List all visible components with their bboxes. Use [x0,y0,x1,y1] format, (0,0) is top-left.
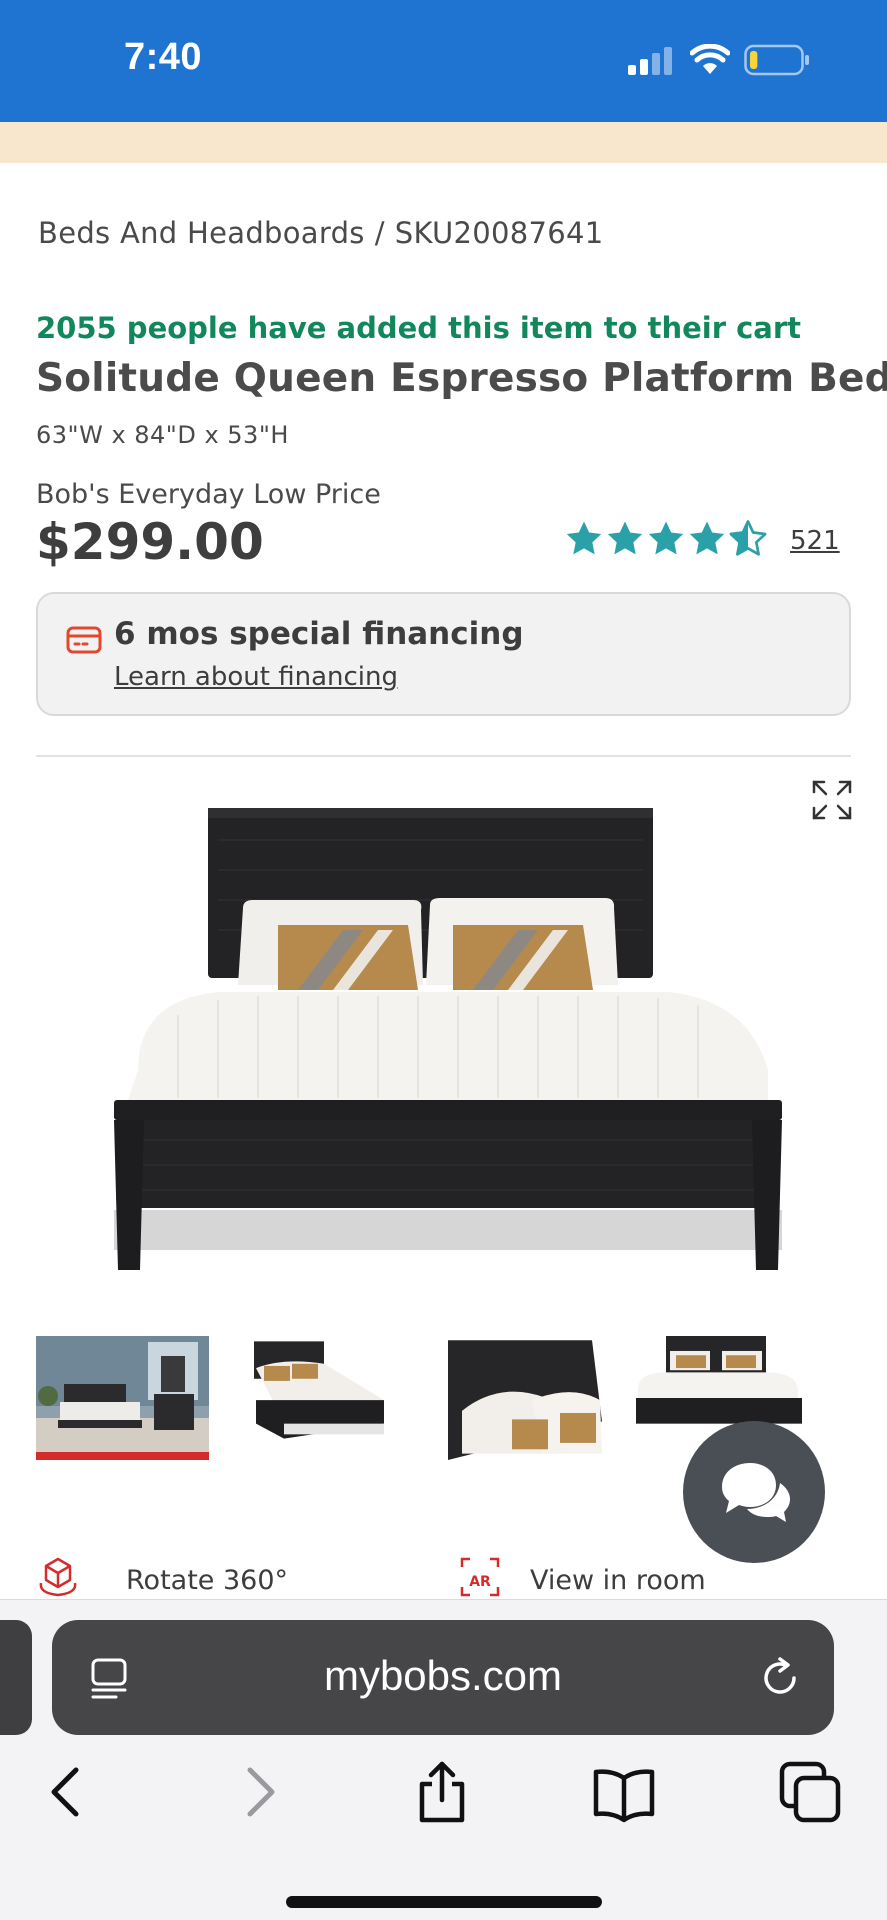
credit-card-icon [66,626,102,654]
breadcrumb-category-link[interactable]: Beds And Headboards [38,216,365,250]
star-half-icon [729,520,767,556]
wifi-icon [690,44,730,74]
reload-icon[interactable] [758,1656,802,1700]
section-divider [36,755,851,757]
thumbnail-room-scene[interactable] [36,1336,209,1460]
address-bar[interactable]: mybobs.com [52,1620,834,1735]
product-title: Solitude Queen Espresso Platform Bed [36,356,887,401]
rotate-360-button[interactable]: Rotate 360° [36,1555,356,1601]
promo-banner[interactable] [0,122,887,163]
star-full-icon [607,521,643,555]
chat-button[interactable] [683,1421,825,1563]
home-indicator[interactable] [286,1896,602,1908]
bookmarks-icon[interactable] [592,1760,656,1824]
expand-icon[interactable] [810,778,854,822]
product-dimensions: 63"W x 84"D x 53"H [36,421,289,449]
review-count-link[interactable]: 521 [790,526,840,556]
cart-popularity-note: 2055 people have added this item to thei… [36,311,802,345]
cellular-signal-icon [628,47,672,75]
view-in-room-label: View in room [530,1565,706,1596]
previous-tab-preview[interactable] [0,1620,32,1735]
browser-toolbar: mybobs.com [0,1599,887,1920]
financing-card[interactable]: 6 mos special financing Learn about fina… [36,592,851,716]
star-rating[interactable]: 521 [564,519,844,563]
thumbnail-bed-angled[interactable] [244,1336,417,1460]
chat-bubbles-icon [722,1463,790,1522]
financing-title: 6 mos special financing [114,616,524,652]
breadcrumb-separator: / [374,216,385,250]
rotate-360-icon [39,1557,77,1597]
rotate-360-label: Rotate 360° [126,1565,289,1596]
status-time: 7:40 [124,36,203,78]
product-main-image[interactable] [108,800,788,1280]
price-label: Bob's Everyday Low Price [36,479,381,510]
tabs-icon[interactable] [778,1760,842,1824]
back-icon[interactable] [36,1760,100,1824]
svg-text:AR: AR [469,1574,491,1590]
star-full-icon [648,521,684,555]
url-text: mybobs.com [323,1652,563,1699]
forward-icon[interactable] [226,1760,290,1824]
learn-financing-link[interactable]: Learn about financing [114,662,398,692]
thumbnail-headboard-closeup[interactable] [442,1336,615,1460]
share-icon[interactable] [410,1760,474,1824]
star-full-icon [689,521,725,555]
battery-low-icon [744,44,809,76]
ar-view-icon: AR [460,1557,500,1597]
product-price: $299.00 [36,513,264,571]
breadcrumb-sku: SKU20087641 [394,216,604,250]
breadcrumb: Beds And Headboards / SKU20087641 [38,216,614,250]
status-bar: 7:40 [0,0,887,122]
star-full-icon [566,521,602,555]
view-in-room-button[interactable]: AR View in room [458,1555,778,1601]
